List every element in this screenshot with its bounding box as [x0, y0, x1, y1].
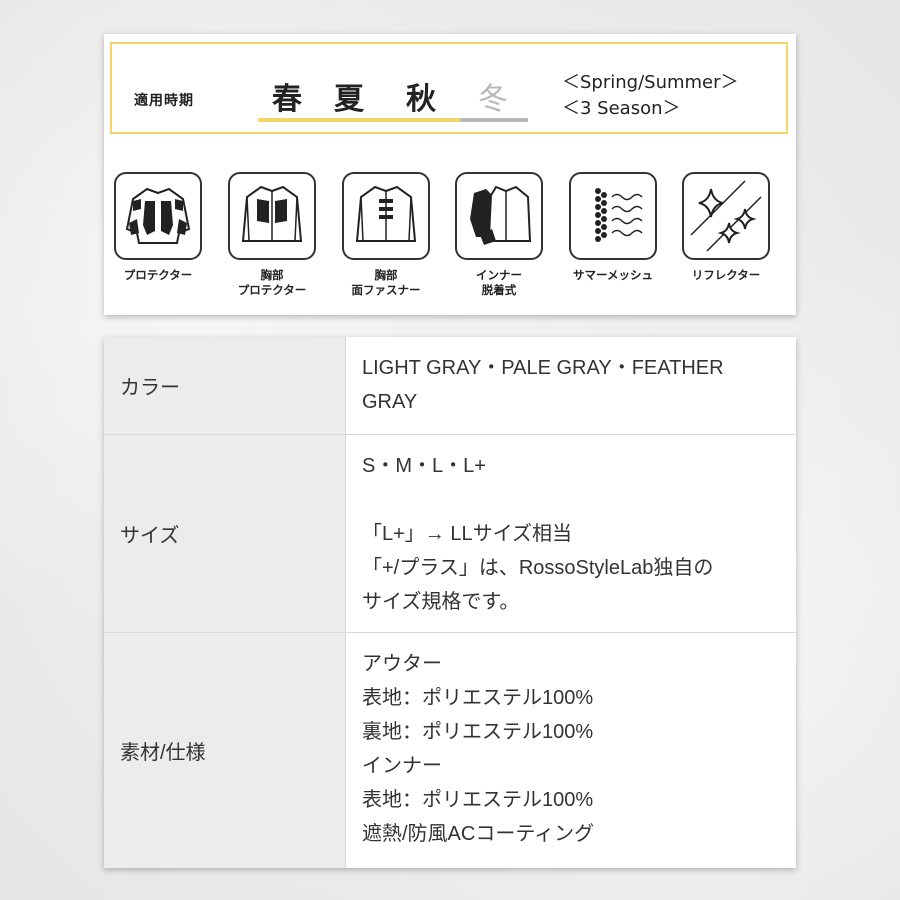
feature-item: リフレクター: [671, 172, 781, 283]
feature-label-line1: リフレクター: [691, 268, 761, 282]
spec-value: LIGHT GRAY・PALE GRAY・FEATHER GRAY: [362, 351, 782, 419]
feature-icons: プロテクター 胸部 プロテクター 胸部 面ファスナー インナー 脱着式 サマーメ…: [104, 172, 796, 312]
season-autumn: 秋: [406, 82, 438, 117]
feature-label-line1: インナー: [476, 268, 522, 282]
season-active-bar: [258, 118, 460, 122]
season-inactive-bar: [460, 118, 528, 122]
spec-line: LIGHT GRAY・PALE GRAY・FEATHER GRAY: [362, 357, 724, 413]
season-winter: 冬: [478, 82, 510, 117]
season-box: 適用時期 春 夏 秋 冬 ＜Spring/Summer＞ ＜3 Season＞: [110, 42, 788, 134]
reflector-icon: [682, 172, 770, 260]
season-english-line1: ＜Spring/Summer＞: [562, 72, 739, 93]
spec-line: 「L+」→ LLサイズ相当: [362, 523, 573, 545]
feature-item: インナー 脱着式: [444, 172, 554, 298]
spec-line: 遮熱/防風ACコーティング: [362, 823, 595, 845]
spec-line: 表地：ポリエステル100%: [362, 687, 594, 709]
season-spring: 春: [272, 82, 304, 117]
jacket-protector-icon: [114, 172, 202, 260]
feature-label-line1: 胸部: [260, 268, 284, 282]
spec-line: アウター: [362, 653, 442, 675]
feature-label-line2: プロテクター: [237, 283, 307, 297]
season-summer: 夏: [334, 82, 366, 117]
spec-row-size: サイズ S・M・L・L+ 「L+」→ LLサイズ相当 「+/プラス」は、Ross…: [104, 435, 796, 633]
spec-line: サイズ規格です。: [362, 591, 520, 613]
spec-line: 裏地：ポリエステル100%: [362, 721, 594, 743]
feature-item: サマーメッシュ: [558, 172, 668, 283]
spec-line: [362, 483, 782, 517]
feature-item: 胸部 面ファスナー: [331, 172, 441, 298]
spec-value: アウター 表地：ポリエステル100% 裏地：ポリエステル100% インナー 表地…: [362, 647, 782, 851]
feature-item: 胸部 プロテクター: [217, 172, 327, 298]
chest-protector-icon: [228, 172, 316, 260]
spec-row-color: カラー LIGHT GRAY・PALE GRAY・FEATHER GRAY: [104, 337, 796, 435]
spec-line: S・M・L・L+: [362, 455, 486, 477]
feature-item: プロテクター: [103, 172, 213, 283]
spec-label: カラー: [104, 337, 346, 434]
summer-mesh-icon: [569, 172, 657, 260]
spec-label: サイズ: [104, 435, 346, 632]
feature-label-line1: サマーメッシュ: [572, 268, 654, 282]
feature-label-line2: 脱着式: [481, 283, 517, 297]
spec-value: S・M・L・L+ 「L+」→ LLサイズ相当 「+/プラス」は、RossoSty…: [362, 449, 782, 619]
season-english-line2: ＜3 Season＞: [562, 98, 681, 119]
feature-label-line1: プロテクター: [123, 268, 193, 282]
spec-label: 素材/仕様: [104, 633, 346, 868]
spec-table: カラー LIGHT GRAY・PALE GRAY・FEATHER GRAY サイ…: [104, 337, 796, 868]
season-label: 適用時期: [134, 93, 194, 109]
spec-line: 「+/プラス」は、RossoStyleLab独自の: [362, 557, 714, 579]
spec-row-material: 素材/仕様 アウター 表地：ポリエステル100% 裏地：ポリエステル100% イ…: [104, 633, 796, 868]
spec-line: 表地：ポリエステル100%: [362, 789, 594, 811]
removable-inner-icon: [455, 172, 543, 260]
chest-fastener-icon: [342, 172, 430, 260]
spec-line: インナー: [362, 755, 442, 777]
feature-card: 適用時期 春 夏 秋 冬 ＜Spring/Summer＞ ＜3 Season＞: [104, 34, 796, 315]
feature-label-line2: 面ファスナー: [351, 283, 421, 297]
feature-label-line1: 胸部: [374, 268, 398, 282]
